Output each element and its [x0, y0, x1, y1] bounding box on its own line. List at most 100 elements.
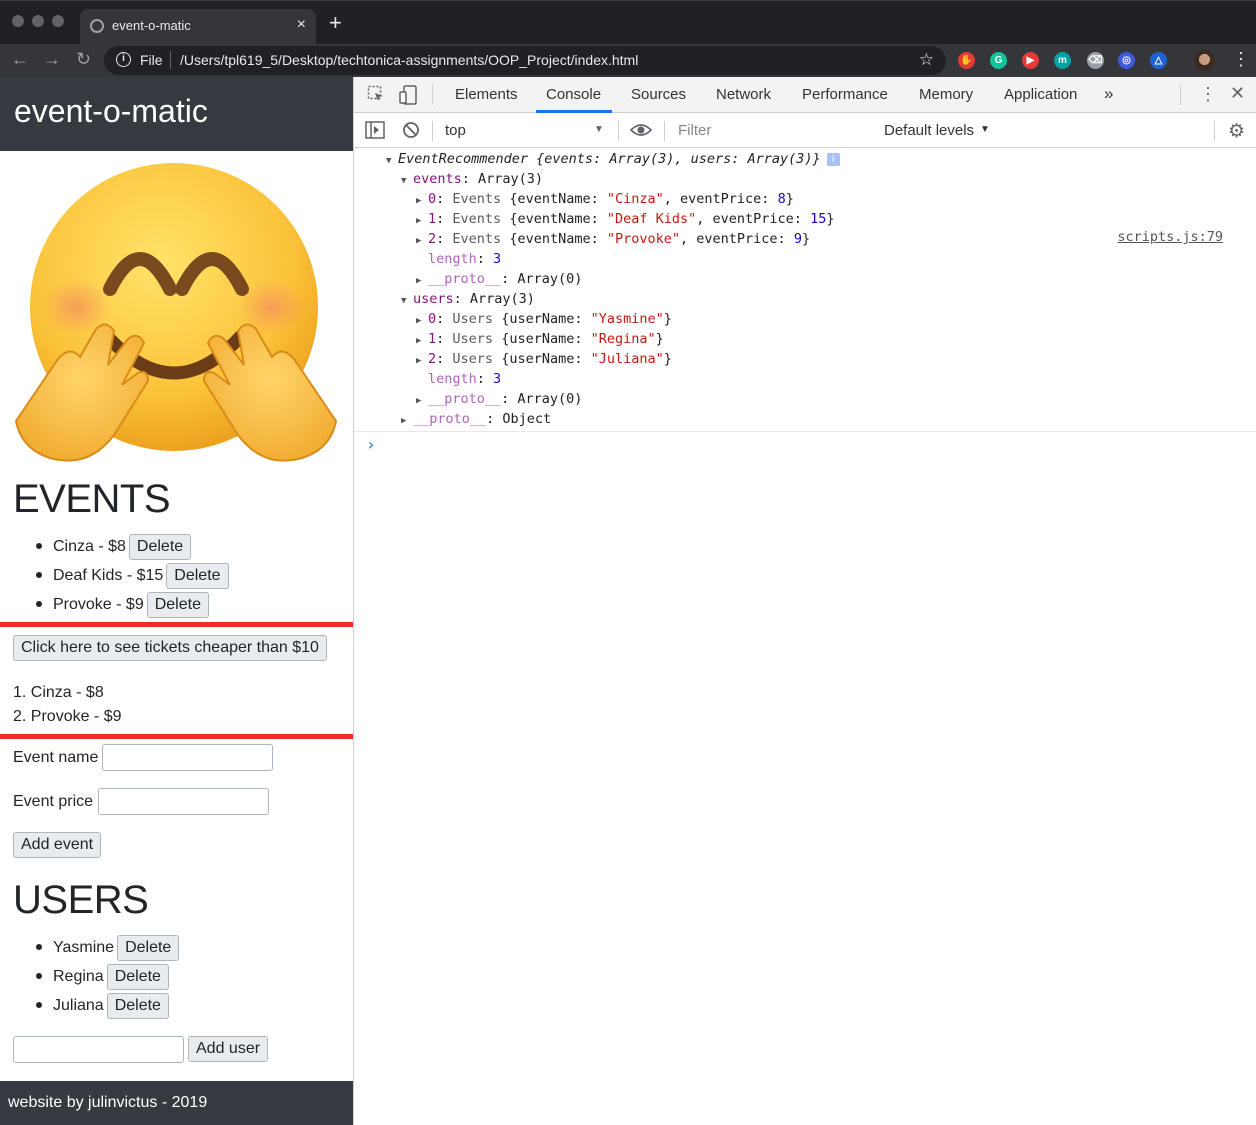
event-name-input[interactable]	[102, 744, 273, 771]
add-user-button[interactable]: Add user	[188, 1036, 269, 1062]
console-token: "Provoke"	[606, 231, 681, 247]
forward-button[interactable]: →	[43, 49, 61, 69]
collapsed-triangle-icon[interactable]: ▶	[416, 211, 428, 231]
grammarly-extension-icon[interactable]: G	[990, 52, 1007, 69]
console-token: Events	[452, 231, 510, 247]
log-levels-dropdown[interactable]: Default levels	[884, 122, 974, 139]
devtools-menu-icon[interactable]: ⋮	[1199, 84, 1217, 105]
console-token: {userName:	[501, 351, 591, 367]
m-extension-icon[interactable]: m	[1054, 52, 1071, 69]
context-selector[interactable]: top	[445, 122, 466, 139]
console-line[interactable]: ▶ __proto__: Array(0)	[416, 269, 582, 291]
console-line[interactable]: ▼ users: Array(3)	[401, 289, 535, 311]
profile-avatar[interactable]	[1194, 50, 1215, 71]
console-line[interactable]: ▶ 1: Events {eventName: "Deaf Kids", even…	[416, 209, 834, 231]
tab-network[interactable]: Network	[716, 86, 771, 103]
event-price-input[interactable]	[98, 788, 269, 815]
bookmark-star-icon[interactable]: ☆	[919, 50, 934, 70]
cheap-tickets-button[interactable]: Click here to see tickets cheaper than $…	[13, 635, 327, 661]
info-icon[interactable]: i	[116, 52, 131, 67]
new-tab-button[interactable]: +	[329, 12, 342, 34]
cheap-result-item: 1. Cinza - $8	[13, 684, 104, 701]
collapsed-triangle-icon[interactable]: ▶	[401, 411, 413, 431]
collapsed-triangle-icon[interactable]: ▶	[416, 351, 428, 371]
console-toolbar: top ▼ Filter Default levels ▼ ⚙	[354, 113, 1256, 148]
browser-tab-strip: event-o-matic × +	[0, 0, 1256, 45]
gear-icon[interactable]: ⚙	[1228, 120, 1245, 143]
window-minimize-button[interactable]	[32, 15, 44, 27]
levels-dropdown-icon[interactable]: ▼	[980, 124, 990, 135]
console-token: :	[436, 231, 453, 247]
console-line[interactable]: ▶ 2: Events {eventName: "Provoke", eventP…	[416, 229, 810, 251]
console-line[interactable]: ▶ __proto__: Object	[401, 409, 551, 431]
collapsed-triangle-icon[interactable]: ▶	[416, 331, 428, 351]
youtube-extension-icon[interactable]: ▶	[1022, 52, 1039, 69]
tab-memory[interactable]: Memory	[919, 86, 973, 103]
console-line[interactable]: ▶ 2: Users {userName: "Juliana"}	[416, 349, 672, 371]
sidebar-toggle-icon[interactable]	[365, 121, 385, 144]
triangle-extension-icon[interactable]: △	[1150, 52, 1167, 69]
collapsed-triangle-icon[interactable]: ▶	[416, 311, 428, 331]
console-token: :	[436, 191, 453, 207]
clear-console-icon[interactable]	[402, 121, 420, 144]
delete-user-button[interactable]: Delete	[117, 934, 180, 961]
console-line[interactable]: ▶ 0: Users {userName: "Yasmine"}	[416, 309, 672, 331]
tab-performance[interactable]: Performance	[802, 86, 888, 103]
console-prompt[interactable]: ›	[366, 435, 376, 454]
console-token: "Deaf Kids"	[606, 211, 697, 227]
devtools-close-icon[interactable]: ✕	[1230, 83, 1245, 104]
console-token: 0	[428, 311, 437, 327]
tab-console[interactable]: Console	[546, 86, 601, 103]
expanded-triangle-icon[interactable]: ▼	[401, 171, 413, 191]
console-token: EventRecommender {events: Array(3), user…	[398, 151, 821, 167]
inspect-element-icon[interactable]	[367, 85, 385, 108]
eye-icon[interactable]	[629, 122, 653, 143]
delete-event-button[interactable]: Delete	[166, 562, 229, 589]
collapsed-triangle-icon[interactable]: ▶	[416, 271, 428, 291]
window-zoom-button[interactable]	[52, 15, 64, 27]
back-button[interactable]: ←	[11, 49, 29, 69]
delete-user-button[interactable]: Delete	[106, 963, 169, 990]
browser-menu-icon[interactable]: ⋮	[1232, 49, 1250, 69]
console-token: {userName:	[501, 311, 591, 327]
delete-user-button[interactable]: Delete	[106, 992, 169, 1019]
collapsed-triangle-icon[interactable]: ▶	[416, 391, 428, 411]
tab-close-icon[interactable]: ×	[297, 16, 306, 34]
collapsed-triangle-icon[interactable]: ▶	[416, 191, 428, 211]
console-line[interactable]: ▶ __proto__: Array(0)	[416, 389, 582, 411]
ring-extension-icon[interactable]: ◎	[1118, 52, 1135, 69]
delete-extension-icon[interactable]: ⌫	[1087, 52, 1104, 69]
add-event-button[interactable]: Add event	[13, 832, 102, 858]
tab-application[interactable]: Application	[1004, 86, 1077, 103]
tab-sources[interactable]: Sources	[631, 86, 686, 103]
delete-event-button[interactable]: Delete	[146, 591, 209, 618]
expanded-triangle-icon[interactable]: ▼	[401, 291, 413, 311]
browser-tab[interactable]: event-o-matic ×	[80, 9, 316, 45]
console-line[interactable]: ▼ EventRecommender {events: Array(3), use…	[386, 149, 840, 171]
delete-event-button[interactable]: Delete	[128, 533, 192, 560]
console-line[interactable]: ▶ 0: Events {eventName: "Cinza", eventPri…	[416, 189, 794, 211]
context-dropdown-icon[interactable]: ▼	[594, 124, 604, 135]
console-token: Users	[452, 351, 502, 367]
tab-elements[interactable]: Elements	[455, 86, 518, 103]
more-tabs-button[interactable]: »	[1104, 84, 1113, 104]
browser-toolbar: ← → ↻ i File /Users/tpl619_5/Desktop/tec…	[0, 44, 1256, 77]
console-line[interactable]: ▶ 1: Users {userName: "Regina"}	[416, 329, 664, 351]
hand-extension-icon[interactable]: ✋	[958, 52, 975, 69]
source-link[interactable]: scripts.js:79	[1117, 229, 1223, 245]
console-line[interactable]: ▼ events: Array(3)	[401, 169, 543, 191]
prompt-divider	[354, 431, 1256, 432]
device-toolbar-icon[interactable]	[399, 85, 417, 110]
console-filter-input[interactable]: Filter	[670, 118, 873, 142]
console-token: :	[476, 251, 494, 267]
reload-button[interactable]: ↻	[76, 49, 91, 69]
collapsed-triangle-icon[interactable]: ▶	[416, 231, 428, 251]
console-line[interactable]: length: 3	[416, 369, 501, 389]
expanded-triangle-icon[interactable]: ▼	[386, 151, 398, 171]
console-line[interactable]: length: 3	[416, 249, 501, 269]
url-text[interactable]: /Users/tpl619_5/Desktop/techtonica-assig…	[180, 52, 638, 68]
console-token: "Cinza"	[606, 191, 664, 207]
user-name-input[interactable]	[13, 1036, 184, 1063]
address-bar[interactable]: i File /Users/tpl619_5/Desktop/techtonic…	[104, 46, 946, 75]
window-close-button[interactable]	[12, 15, 24, 27]
